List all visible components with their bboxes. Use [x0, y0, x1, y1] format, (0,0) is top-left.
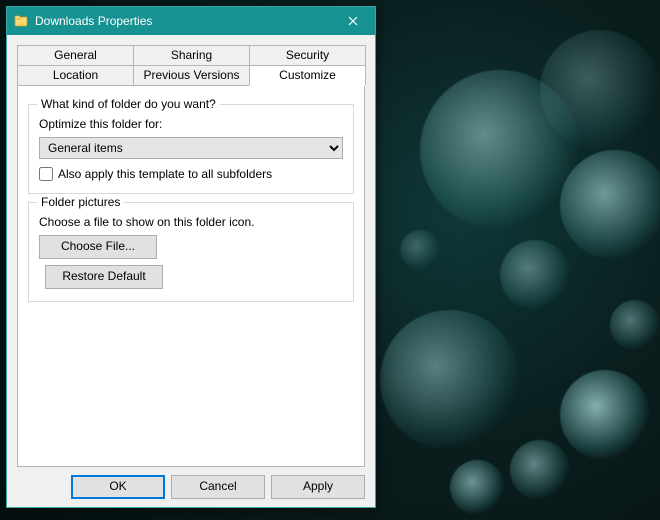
apply-subfolders-row[interactable]: Also apply this template to all subfolde…: [39, 167, 343, 181]
window-title: Downloads Properties: [35, 14, 331, 28]
optimize-label: Optimize this folder for:: [39, 117, 343, 131]
close-button[interactable]: [331, 7, 375, 35]
group-folder-pictures-legend: Folder pictures: [37, 195, 124, 209]
dialog-button-row: OK Cancel Apply: [17, 467, 365, 499]
group-folder-pictures: Folder pictures Choose a file to show on…: [28, 202, 354, 302]
tab-previous-versions[interactable]: Previous Versions: [133, 65, 250, 86]
apply-subfolders-label: Also apply this template to all subfolde…: [58, 167, 272, 181]
restore-default-button[interactable]: Restore Default: [45, 265, 163, 289]
tab-location[interactable]: Location: [17, 65, 134, 86]
tab-customize[interactable]: Customize: [249, 65, 366, 86]
group-folder-kind: What kind of folder do you want? Optimiz…: [28, 104, 354, 194]
optimize-combo[interactable]: General items: [39, 137, 343, 159]
apply-button[interactable]: Apply: [271, 475, 365, 499]
ok-button[interactable]: OK: [71, 475, 165, 499]
tab-sharing[interactable]: Sharing: [133, 45, 250, 66]
tab-security[interactable]: Security: [249, 45, 366, 66]
choose-file-button[interactable]: Choose File...: [39, 235, 157, 259]
tab-page-customize: What kind of folder do you want? Optimiz…: [17, 85, 365, 467]
properties-dialog: Downloads Properties General Sharing Sec…: [6, 6, 376, 508]
tab-strip: General Sharing Security Location Previo…: [17, 45, 365, 86]
close-icon: [348, 16, 358, 26]
folder-pictures-desc: Choose a file to show on this folder ico…: [39, 215, 343, 229]
dialog-client: General Sharing Security Location Previo…: [7, 35, 375, 507]
tab-general[interactable]: General: [17, 45, 134, 66]
folder-icon: [13, 13, 29, 29]
titlebar[interactable]: Downloads Properties: [7, 7, 375, 35]
apply-subfolders-checkbox[interactable]: [39, 167, 53, 181]
cancel-button[interactable]: Cancel: [171, 475, 265, 499]
group-folder-kind-legend: What kind of folder do you want?: [37, 97, 220, 111]
